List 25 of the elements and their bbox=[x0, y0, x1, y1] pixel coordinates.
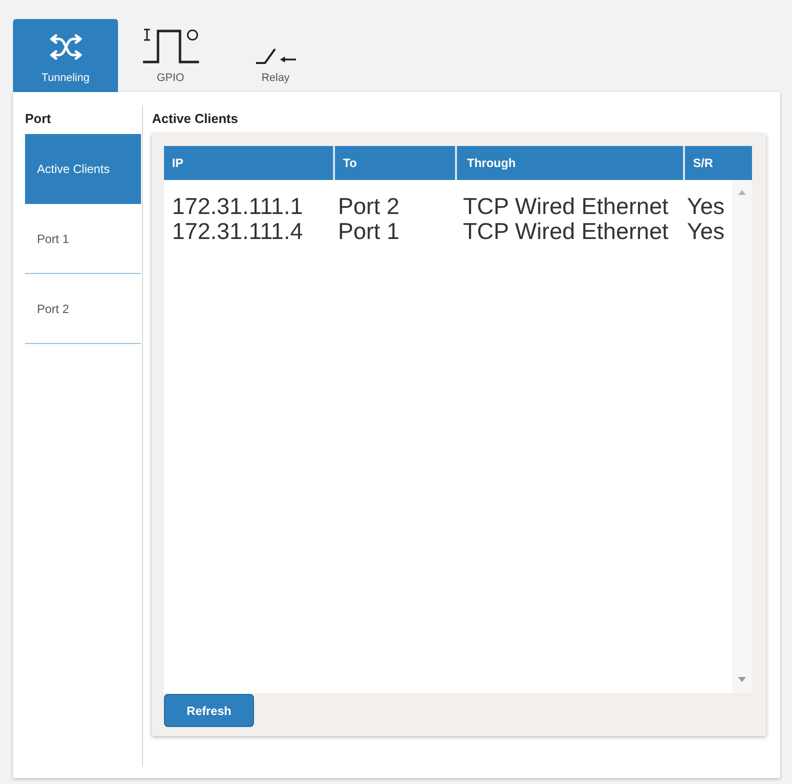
pulse-waveform-icon bbox=[142, 28, 198, 64]
column-header: Through bbox=[457, 146, 685, 180]
scroll-down-icon[interactable] bbox=[738, 677, 746, 682]
shuffle-arrows-icon bbox=[48, 34, 84, 60]
scroll-up-icon[interactable] bbox=[738, 190, 746, 195]
table-cell-text: Port 2 bbox=[337, 194, 400, 219]
table-cell-text: Yes bbox=[686, 219, 725, 244]
table-cell-text: 172.31.111.4 bbox=[171, 219, 303, 244]
table-cell-text: Yes bbox=[686, 194, 725, 219]
tab[interactable]: Tunneling bbox=[13, 19, 118, 92]
refresh-button[interactable]: Refresh bbox=[164, 694, 254, 727]
tab[interactable]: Relay bbox=[223, 19, 328, 92]
column-header: IP bbox=[164, 146, 335, 180]
column-header: To bbox=[335, 146, 457, 180]
sidebar-title: Port bbox=[25, 111, 51, 126]
column-header: S/R bbox=[685, 146, 752, 180]
tab[interactable]: GPIO bbox=[118, 19, 223, 92]
scrollbar[interactable] bbox=[732, 180, 752, 693]
relay-switch-icon bbox=[256, 48, 296, 64]
table-cell-text: 172.31.111.1 bbox=[171, 194, 303, 219]
table-cell-text: TCP Wired Ethernet bbox=[462, 219, 668, 244]
table-cell-text: Port 1 bbox=[337, 219, 400, 244]
section-title: Active Clients bbox=[152, 111, 238, 126]
sidebar-item[interactable]: Active Clients bbox=[25, 134, 141, 204]
table-cell-text: TCP Wired Ethernet bbox=[462, 194, 668, 219]
